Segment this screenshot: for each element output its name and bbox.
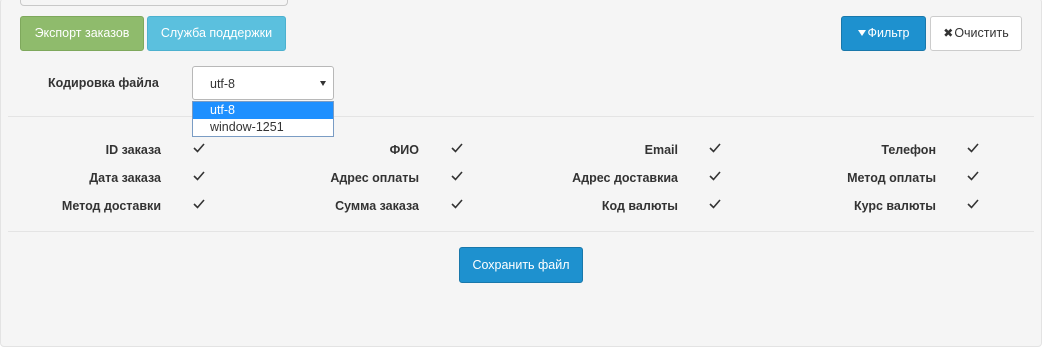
checkmark-icon bbox=[193, 143, 205, 153]
export-orders-button[interactable]: Экспорт заказов bbox=[20, 16, 144, 51]
field-checkbox[interactable] bbox=[709, 171, 721, 181]
field-label: Метод оплаты bbox=[847, 171, 936, 185]
field-label: Адрес оплаты bbox=[330, 171, 419, 185]
field-checkbox[interactable] bbox=[193, 199, 205, 209]
field-checkbox[interactable] bbox=[193, 171, 205, 181]
field-label: Метод доставки bbox=[61, 199, 161, 213]
field-checkbox[interactable] bbox=[451, 199, 463, 209]
filter-button[interactable]: Фильтр bbox=[841, 16, 926, 51]
field-checkbox[interactable] bbox=[193, 143, 205, 153]
checkmark-icon bbox=[709, 199, 721, 209]
encoding-select-value: utf-8 bbox=[210, 77, 236, 91]
field-checkbox[interactable] bbox=[967, 171, 979, 181]
field-checkbox[interactable] bbox=[709, 199, 721, 209]
field-checkbox[interactable] bbox=[451, 171, 463, 181]
top-tab bbox=[20, 0, 288, 6]
field-label: Адрес доставкиа bbox=[572, 171, 678, 185]
checkmark-icon bbox=[709, 171, 721, 181]
encoding-option-utf8[interactable]: utf-8 bbox=[193, 102, 333, 119]
field-checkbox[interactable] bbox=[709, 143, 721, 153]
close-icon: ✖ bbox=[943, 26, 954, 40]
divider bbox=[8, 231, 1034, 232]
filter-button-label: Фильтр bbox=[867, 26, 910, 40]
checkmark-icon bbox=[967, 171, 979, 181]
checkmark-icon bbox=[193, 171, 205, 181]
clear-button[interactable]: ✖Очистить bbox=[930, 16, 1022, 51]
caret-down-icon bbox=[320, 81, 326, 86]
field-label: Код валюты bbox=[601, 199, 678, 213]
funnel-icon bbox=[857, 29, 866, 36]
field-checkbox[interactable] bbox=[967, 143, 979, 153]
checkmark-icon bbox=[709, 143, 721, 153]
field-checkbox[interactable] bbox=[967, 199, 979, 209]
field-label: Телефон bbox=[881, 143, 936, 157]
checkmark-icon bbox=[967, 143, 979, 153]
clear-button-label: Очистить bbox=[954, 26, 1009, 40]
checkmark-icon bbox=[451, 143, 463, 153]
field-label: Сумма заказа bbox=[335, 199, 419, 213]
support-button[interactable]: Служба поддержки bbox=[147, 16, 286, 51]
field-label: ФИО bbox=[389, 143, 419, 157]
save-file-button[interactable]: Сохранить файл bbox=[459, 247, 583, 283]
field-label: Дата заказа bbox=[89, 171, 161, 185]
encoding-dropdown: utf-8 window-1251 bbox=[192, 101, 334, 137]
field-label: Курс валюты bbox=[853, 199, 936, 213]
encoding-label: Кодировка файла bbox=[48, 76, 159, 90]
field-label: ID заказа bbox=[105, 143, 161, 157]
checkmark-icon bbox=[451, 199, 463, 209]
field-checkbox[interactable] bbox=[451, 143, 463, 153]
encoding-option-cp1251[interactable]: window-1251 bbox=[193, 119, 333, 136]
checkmark-icon bbox=[451, 171, 463, 181]
divider bbox=[8, 116, 1034, 117]
checkmark-icon bbox=[193, 199, 205, 209]
checkmark-icon bbox=[967, 199, 979, 209]
encoding-select[interactable]: utf-8 bbox=[192, 66, 334, 100]
field-label: Email bbox=[644, 143, 678, 157]
